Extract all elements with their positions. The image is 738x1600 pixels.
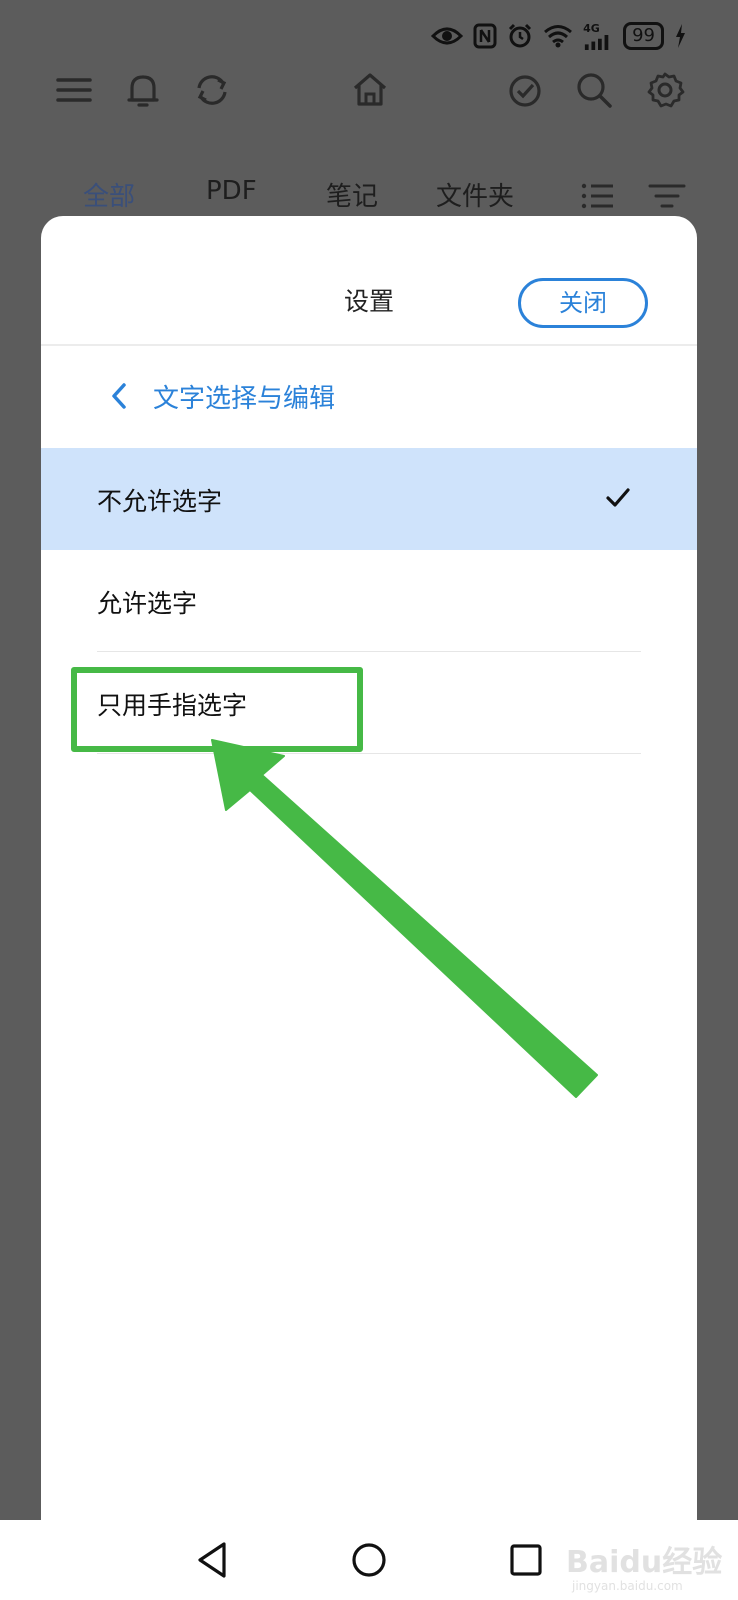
subnav-title: 文字选择与编辑	[153, 384, 336, 414]
tab-notes[interactable]: 笔记	[326, 176, 378, 213]
check-circle-icon[interactable]	[503, 68, 547, 112]
gear-icon[interactable]	[643, 68, 687, 112]
tab-all[interactable]: 全部	[83, 176, 135, 213]
home-circle-icon[interactable]	[347, 1538, 391, 1582]
search-icon[interactable]	[572, 68, 616, 112]
network-type: 4G	[583, 22, 600, 35]
watermark-text: Baidu经验	[566, 1545, 722, 1580]
chevron-left-icon[interactable]	[107, 380, 133, 412]
wifi-icon	[543, 22, 573, 50]
battery-icon: 99	[623, 22, 664, 50]
close-button[interactable]: 关闭	[518, 278, 648, 328]
settings-dialog: 设置 关闭 文字选择与编辑 不允许选字 允许选字 只用手指选字	[41, 216, 697, 1600]
watermark-subtext: jingyan.baidu.com	[571, 1579, 683, 1593]
recents-icon[interactable]	[504, 1538, 548, 1582]
alarm-icon	[507, 22, 533, 50]
option-disallow-select[interactable]: 不允许选字	[41, 448, 697, 550]
status-icons: 4G 99	[431, 20, 686, 52]
top-toolbar	[0, 68, 738, 116]
back-icon[interactable]	[190, 1538, 234, 1582]
eye-icon	[431, 22, 464, 50]
subnav-back[interactable]: 文字选择与编辑	[41, 348, 697, 448]
filter-tabs: 全部 PDF 笔记 文件夹	[0, 176, 738, 220]
charging-icon	[674, 22, 686, 50]
divider	[97, 753, 641, 754]
tab-folders[interactable]: 文件夹	[436, 176, 514, 213]
home-icon[interactable]	[348, 68, 392, 112]
system-nav-bar: Baidu经验 jingyan.baidu.com	[0, 1520, 738, 1600]
bell-icon[interactable]	[121, 68, 165, 112]
dialog-header: 设置 关闭	[41, 216, 697, 346]
annotation-highlight-box	[71, 667, 363, 752]
option-label: 允许选字	[97, 589, 198, 618]
checkmark-icon	[606, 488, 630, 507]
tab-pdf[interactable]: PDF	[206, 176, 257, 206]
sync-icon[interactable]	[190, 68, 234, 112]
option-allow-select[interactable]: 允许选字	[41, 550, 697, 652]
filter-icon[interactable]	[647, 178, 687, 214]
list-view-icon[interactable]	[578, 178, 618, 214]
signal-icon: 4G	[583, 22, 613, 50]
status-bar: 4G 99	[0, 0, 738, 72]
baidu-watermark: Baidu经验 jingyan.baidu.com	[566, 1538, 726, 1594]
menu-icon[interactable]	[52, 68, 96, 112]
option-label: 不允许选字	[97, 487, 223, 516]
nfc-icon	[473, 22, 497, 50]
